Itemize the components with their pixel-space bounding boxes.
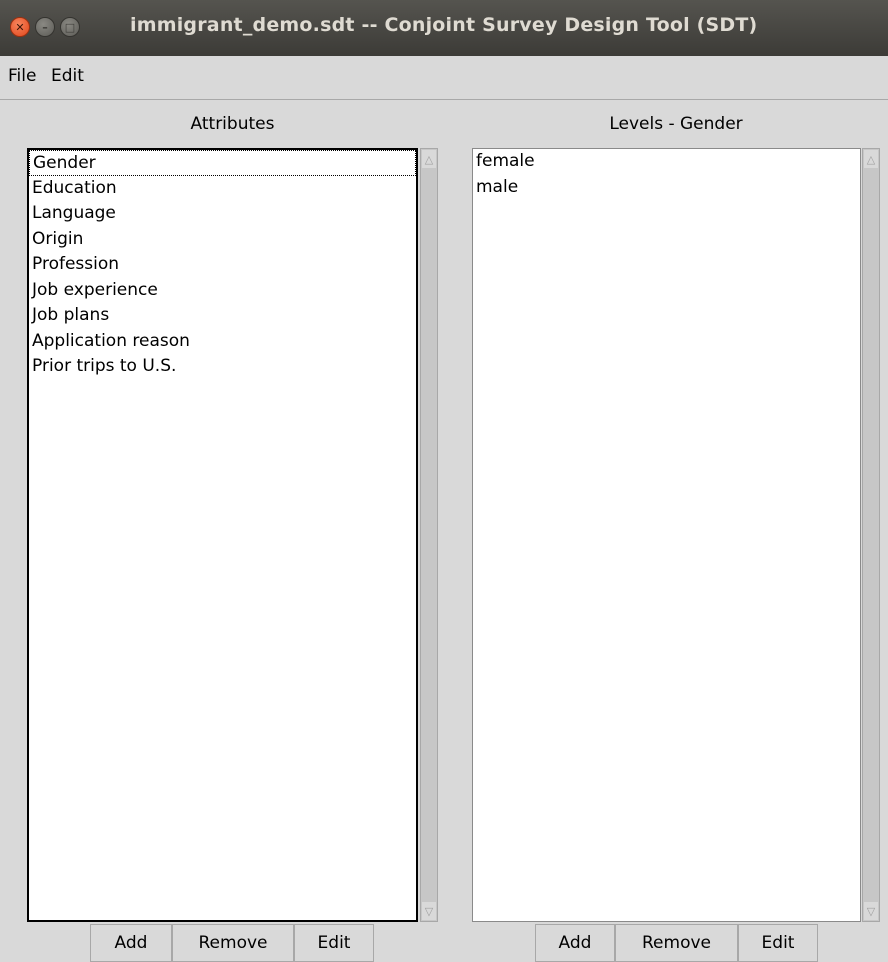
level-item-male[interactable]: male — [473, 175, 860, 201]
levels-label: Levels - Gender — [609, 114, 743, 134]
level-add-button[interactable]: Add — [535, 924, 615, 962]
attribute-item-education[interactable]: Education — [29, 176, 416, 202]
level-remove-button[interactable]: Remove — [615, 924, 738, 962]
menu-edit[interactable]: Edit — [51, 66, 84, 86]
attributes-listbox[interactable]: Gender Education Language Origin Profess… — [27, 148, 418, 922]
title-bar: ✕ – □ immigrant_demo.sdt -- Conjoint Sur… — [0, 0, 888, 56]
maximize-icon: □ — [64, 20, 76, 34]
level-item-female[interactable]: female — [473, 149, 860, 175]
window-maximize-button[interactable]: □ — [60, 17, 80, 37]
minimize-icon: – — [42, 20, 48, 34]
attribute-item-job-experience[interactable]: Job experience — [29, 278, 416, 304]
scroll-down-arrow-icon[interactable]: ▽ — [422, 902, 436, 920]
close-icon: ✕ — [15, 20, 25, 34]
levels-scrollbar[interactable]: △ ▽ — [862, 148, 880, 922]
menu-bar: File Edit — [0, 56, 888, 100]
attribute-item-language[interactable]: Language — [29, 201, 416, 227]
window-close-button[interactable]: ✕ — [10, 17, 30, 37]
scroll-down-arrow-icon[interactable]: ▽ — [864, 902, 878, 920]
attribute-item-origin[interactable]: Origin — [29, 227, 416, 253]
attribute-item-prior-trips[interactable]: Prior trips to U.S. — [29, 354, 416, 380]
level-edit-button[interactable]: Edit — [738, 924, 818, 962]
attribute-remove-button[interactable]: Remove — [172, 924, 294, 962]
attribute-item-application-reason[interactable]: Application reason — [29, 329, 416, 355]
scroll-up-arrow-icon[interactable]: △ — [864, 150, 878, 168]
scroll-up-arrow-icon[interactable]: △ — [422, 150, 436, 168]
menu-file[interactable]: File — [8, 66, 36, 86]
attributes-label: Attributes — [190, 114, 275, 134]
attribute-edit-button[interactable]: Edit — [294, 924, 374, 962]
window-minimize-button[interactable]: – — [35, 17, 55, 37]
levels-listbox[interactable]: female male — [472, 148, 861, 922]
attributes-scrollbar[interactable]: △ ▽ — [420, 148, 438, 922]
attribute-item-job-plans[interactable]: Job plans — [29, 303, 416, 329]
attribute-item-gender[interactable]: Gender — [29, 150, 416, 176]
attribute-add-button[interactable]: Add — [90, 924, 172, 962]
window-title: immigrant_demo.sdt -- Conjoint Survey De… — [130, 14, 758, 36]
attribute-item-profession[interactable]: Profession — [29, 252, 416, 278]
